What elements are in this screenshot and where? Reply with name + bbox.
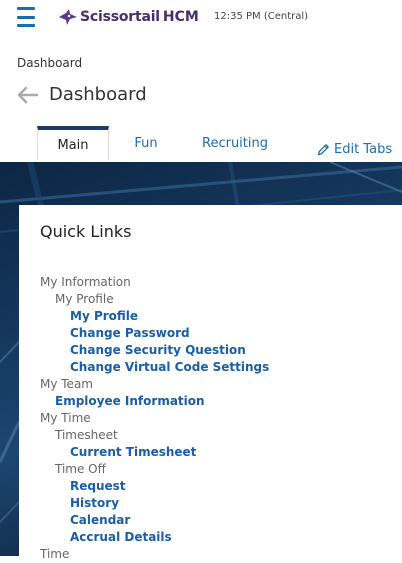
brand-suffix: HCM bbox=[162, 9, 199, 25]
quick-link[interactable]: History bbox=[40, 495, 400, 512]
quick-link[interactable]: Current Timesheet bbox=[40, 444, 400, 461]
quick-link-group-label: Time Off bbox=[55, 462, 106, 476]
quick-link-group-label: My Time bbox=[40, 411, 91, 425]
quick-link[interactable]: Change Virtual Code Settings bbox=[40, 359, 400, 376]
tab-recruiting[interactable]: Recruiting bbox=[183, 126, 287, 160]
quick-link-group-label: My Team bbox=[40, 377, 93, 391]
quick-link-group-label: Time bbox=[40, 547, 70, 561]
page-title: Dashboard bbox=[49, 84, 147, 105]
tab-fun[interactable]: Fun bbox=[109, 126, 183, 160]
quick-link[interactable]: Employee Information bbox=[40, 393, 400, 410]
quick-link[interactable]: Request bbox=[40, 478, 400, 495]
quick-link[interactable]: Change Security Question bbox=[40, 342, 400, 359]
brand-logo[interactable]: Scissortail HCM bbox=[58, 7, 199, 27]
menu-icon[interactable] bbox=[17, 7, 35, 27]
tab-main[interactable]: Main bbox=[37, 126, 109, 160]
quick-links-title: Quick Links bbox=[40, 222, 132, 241]
quick-link-group-label: Timesheet bbox=[55, 428, 118, 442]
edit-tabs-button[interactable]: Edit Tabs bbox=[317, 142, 392, 157]
top-bar: Scissortail HCM 12:35 PM (Central) bbox=[0, 0, 402, 36]
brand-name: Scissortail bbox=[80, 9, 160, 25]
current-time: 12:35 PM (Central) bbox=[214, 11, 309, 22]
quick-link[interactable]: Calendar bbox=[40, 512, 400, 529]
back-arrow-icon[interactable] bbox=[17, 86, 39, 104]
edit-tabs-label: Edit Tabs bbox=[334, 142, 393, 157]
quick-link[interactable]: Accrual Details bbox=[40, 529, 400, 546]
quick-link-group-label: My Information bbox=[40, 275, 131, 289]
quick-links-list: My Information My Profile My Profile Change… bbox=[40, 274, 400, 563]
pencil-icon bbox=[317, 144, 329, 156]
quick-links-card: Quick Links My Information My Profile My P… bbox=[19, 205, 402, 561]
breadcrumb[interactable]: Dashboard bbox=[17, 56, 82, 70]
quick-link-group-label: My Profile bbox=[55, 292, 114, 306]
quick-link[interactable]: Change Password bbox=[40, 325, 400, 342]
tab-bar: Main Fun Recruiting bbox=[37, 126, 287, 160]
quick-link[interactable]: My Profile bbox=[40, 308, 400, 325]
scissortail-bird-icon bbox=[59, 9, 77, 25]
